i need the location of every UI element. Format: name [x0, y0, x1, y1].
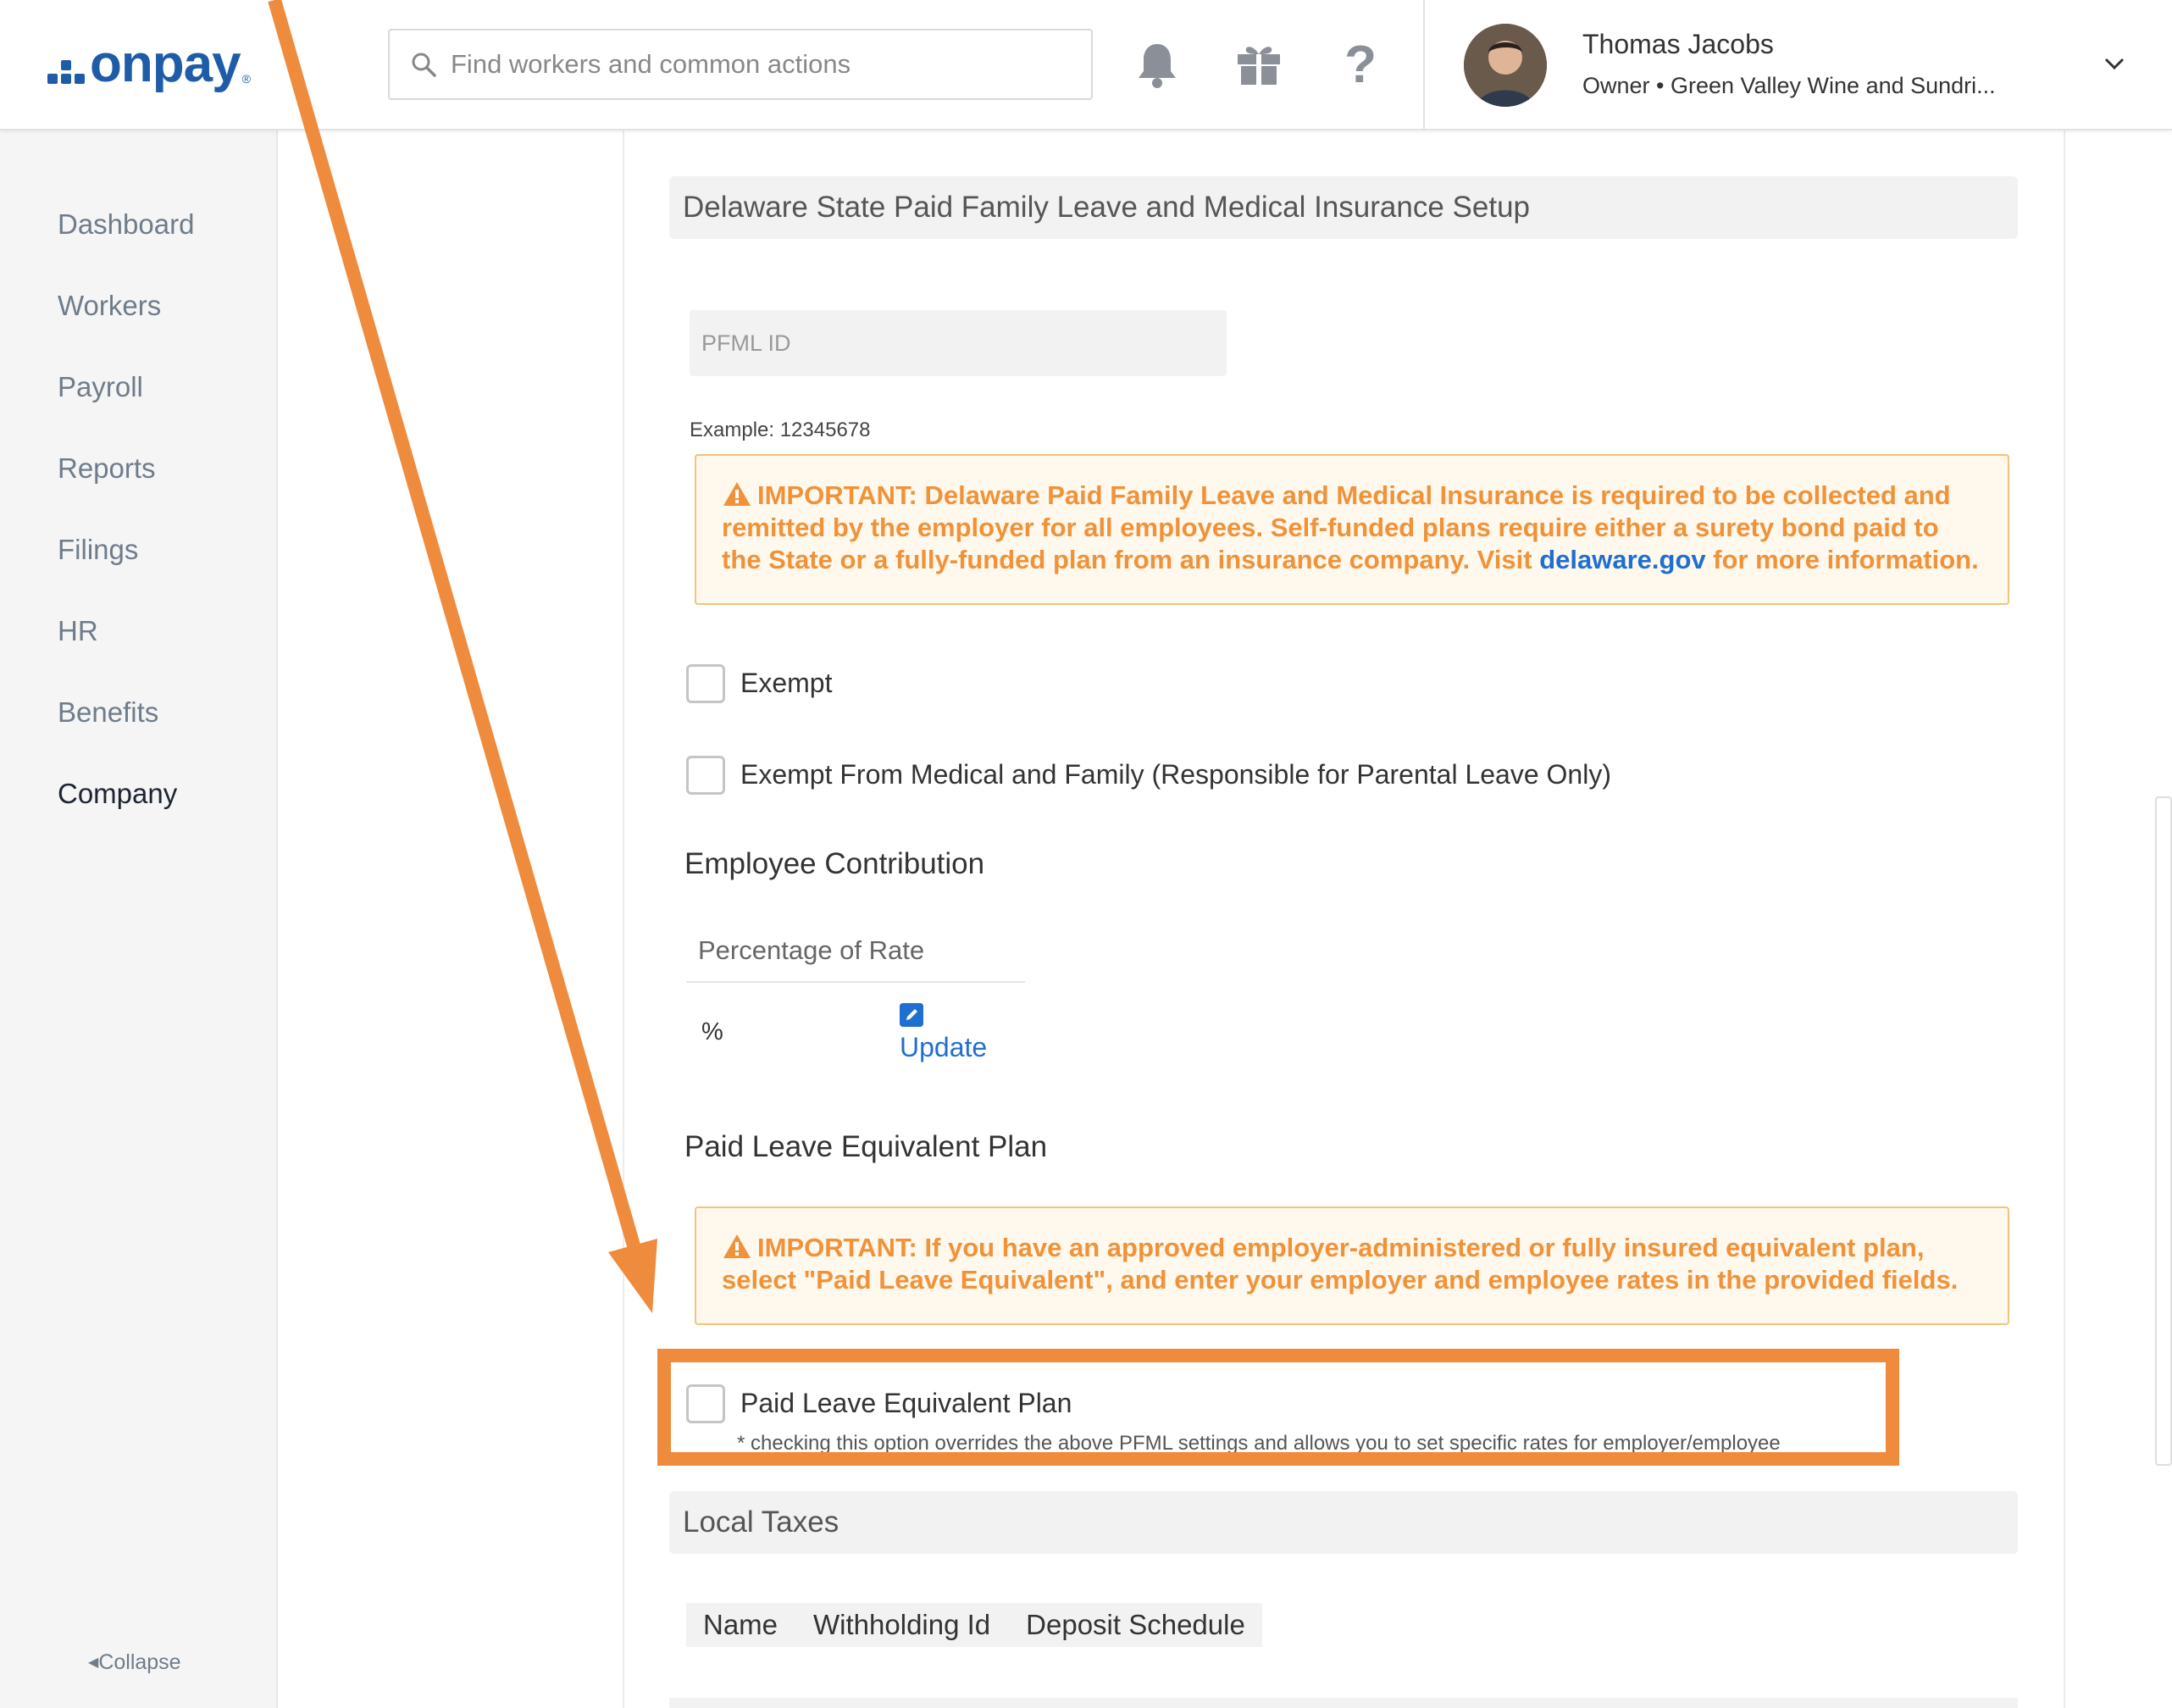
important-warning-pfml: IMPORTANT: Delaware Paid Family Leave an…: [695, 454, 2009, 605]
employee-contribution-title: Employee Contribution: [684, 847, 985, 880]
warning-text-2: IMPORTANT: If you have an approved emplo…: [722, 1233, 1959, 1295]
column-withholding-id: Withholding Id: [813, 1609, 991, 1640]
sidebar-item-reports[interactable]: Reports: [58, 452, 156, 485]
avatar[interactable]: [1464, 24, 1547, 107]
exempt-label: Exempt: [740, 668, 833, 698]
header-divider: [1423, 0, 1425, 130]
sidebar-item-hr[interactable]: HR: [58, 615, 98, 647]
search-placeholder: Find workers and common actions: [451, 49, 851, 79]
delaware-gov-link[interactable]: delaware.gov: [1539, 545, 1705, 574]
user-name[interactable]: Thomas Jacobs: [1582, 29, 1774, 60]
column-deposit-schedule: Deposit Schedule: [1026, 1609, 1245, 1640]
pfml-id-field[interactable]: PFML ID: [690, 310, 1227, 376]
bell-icon[interactable]: [1130, 37, 1184, 92]
gift-icon[interactable]: [1232, 37, 1286, 92]
sidebar-item-dashboard[interactable]: Dashboard: [58, 208, 194, 241]
registered-mark: ®: [241, 72, 251, 86]
content-border-right: [2064, 130, 2065, 1708]
scrollbar[interactable]: [2155, 796, 2172, 1466]
pfml-id-placeholder: PFML ID: [701, 330, 791, 356]
local-taxes-table-header: Name Withholding Id Deposit Schedule: [686, 1603, 1262, 1647]
sidebar: [0, 130, 278, 1708]
edit-icon[interactable]: [900, 1003, 923, 1027]
logo-text: onpay: [90, 34, 241, 93]
search-icon: [412, 53, 436, 77]
logo-mark-icon: [47, 60, 85, 84]
content-border-left: [623, 130, 624, 1708]
collapse-button[interactable]: ◀Collapse: [88, 1650, 181, 1675]
table-row-placeholder: [669, 1698, 2018, 1708]
percentage-value: %: [701, 1018, 723, 1045]
pfml-example-text: Example: 12345678: [690, 419, 871, 441]
exempt-checkbox[interactable]: [686, 664, 725, 703]
sidebar-item-workers[interactable]: Workers: [58, 290, 161, 322]
exempt-medical-family-checkbox[interactable]: [686, 756, 725, 795]
sidebar-item-benefits[interactable]: Benefits: [58, 696, 158, 729]
help-icon[interactable]: ?: [1333, 36, 1388, 94]
warning-icon: [723, 1234, 751, 1258]
user-role: Owner • Green Valley Wine and Sundri...: [1582, 73, 1996, 98]
onpay-logo[interactable]: onpay ®: [47, 34, 251, 93]
section-title-pfml: Delaware State Paid Family Leave and Med…: [669, 176, 2018, 239]
search-input[interactable]: Find workers and common actions: [388, 29, 1093, 100]
highlight-box: [657, 1349, 1899, 1466]
section-title-local-taxes: Local Taxes: [669, 1491, 2018, 1554]
collapse-label: Collapse: [98, 1650, 181, 1674]
paid-leave-equivalent-title: Paid Leave Equivalent Plan: [684, 1130, 1048, 1163]
important-warning-paid-leave: IMPORTANT: If you have an approved emplo…: [695, 1206, 2009, 1325]
warning-icon: [723, 482, 751, 506]
warning-text-1b: for more information.: [1705, 545, 1979, 574]
caret-left-icon: ◀: [88, 1655, 99, 1670]
sidebar-item-payroll[interactable]: Payroll: [58, 371, 143, 403]
exempt-medical-family-label: Exempt From Medical and Family (Responsi…: [740, 759, 1611, 790]
sidebar-item-company[interactable]: Company: [58, 778, 177, 810]
column-name: Name: [703, 1609, 778, 1640]
chevron-down-icon[interactable]: [2097, 51, 2131, 76]
sidebar-item-filings[interactable]: Filings: [58, 534, 138, 566]
top-bar: onpay ® Find workers and common actions …: [0, 0, 2172, 130]
update-link[interactable]: Update: [900, 1032, 987, 1063]
percentage-column-header: Percentage of Rate: [686, 935, 1025, 983]
